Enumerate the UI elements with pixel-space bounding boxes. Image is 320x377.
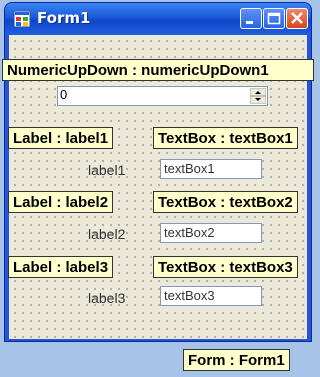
label2: label2 — [88, 226, 126, 242]
title-bar[interactable]: Form1 — [5, 3, 311, 35]
window-title: Form1 — [37, 9, 91, 27]
tag-textbox2: TextBox : textBox2 — [153, 191, 298, 213]
tag-label3: Label : label3 — [8, 256, 114, 278]
textbox3[interactable]: textBox3 — [160, 286, 262, 306]
tag-textbox3: TextBox : textBox3 — [153, 256, 298, 278]
tag-numeric-up-down: NumericUpDown : numericUpDown1 — [2, 59, 314, 81]
numeric-up-down[interactable]: 0 — [57, 86, 268, 106]
minimize-icon — [246, 21, 253, 24]
close-icon — [291, 12, 303, 24]
tag-form: Form : Form1 — [183, 349, 290, 371]
form-window: Form1 — [4, 2, 312, 342]
tag-textbox1: TextBox : textBox1 — [153, 127, 298, 149]
numeric-value[interactable]: 0 — [60, 87, 67, 102]
label1: label1 — [88, 162, 126, 178]
tag-label1: Label : label1 — [8, 127, 114, 149]
close-button[interactable] — [286, 8, 308, 29]
maximize-button[interactable] — [263, 8, 285, 29]
label3: label3 — [88, 290, 126, 306]
textbox2[interactable]: textBox2 — [160, 223, 262, 243]
minimize-button[interactable] — [240, 8, 262, 29]
maximize-icon — [267, 12, 281, 25]
tag-label2: Label : label2 — [8, 191, 114, 213]
spin-arrows-icon[interactable] — [250, 88, 266, 104]
textbox1[interactable]: textBox1 — [160, 159, 262, 179]
form-icon — [14, 11, 30, 27]
